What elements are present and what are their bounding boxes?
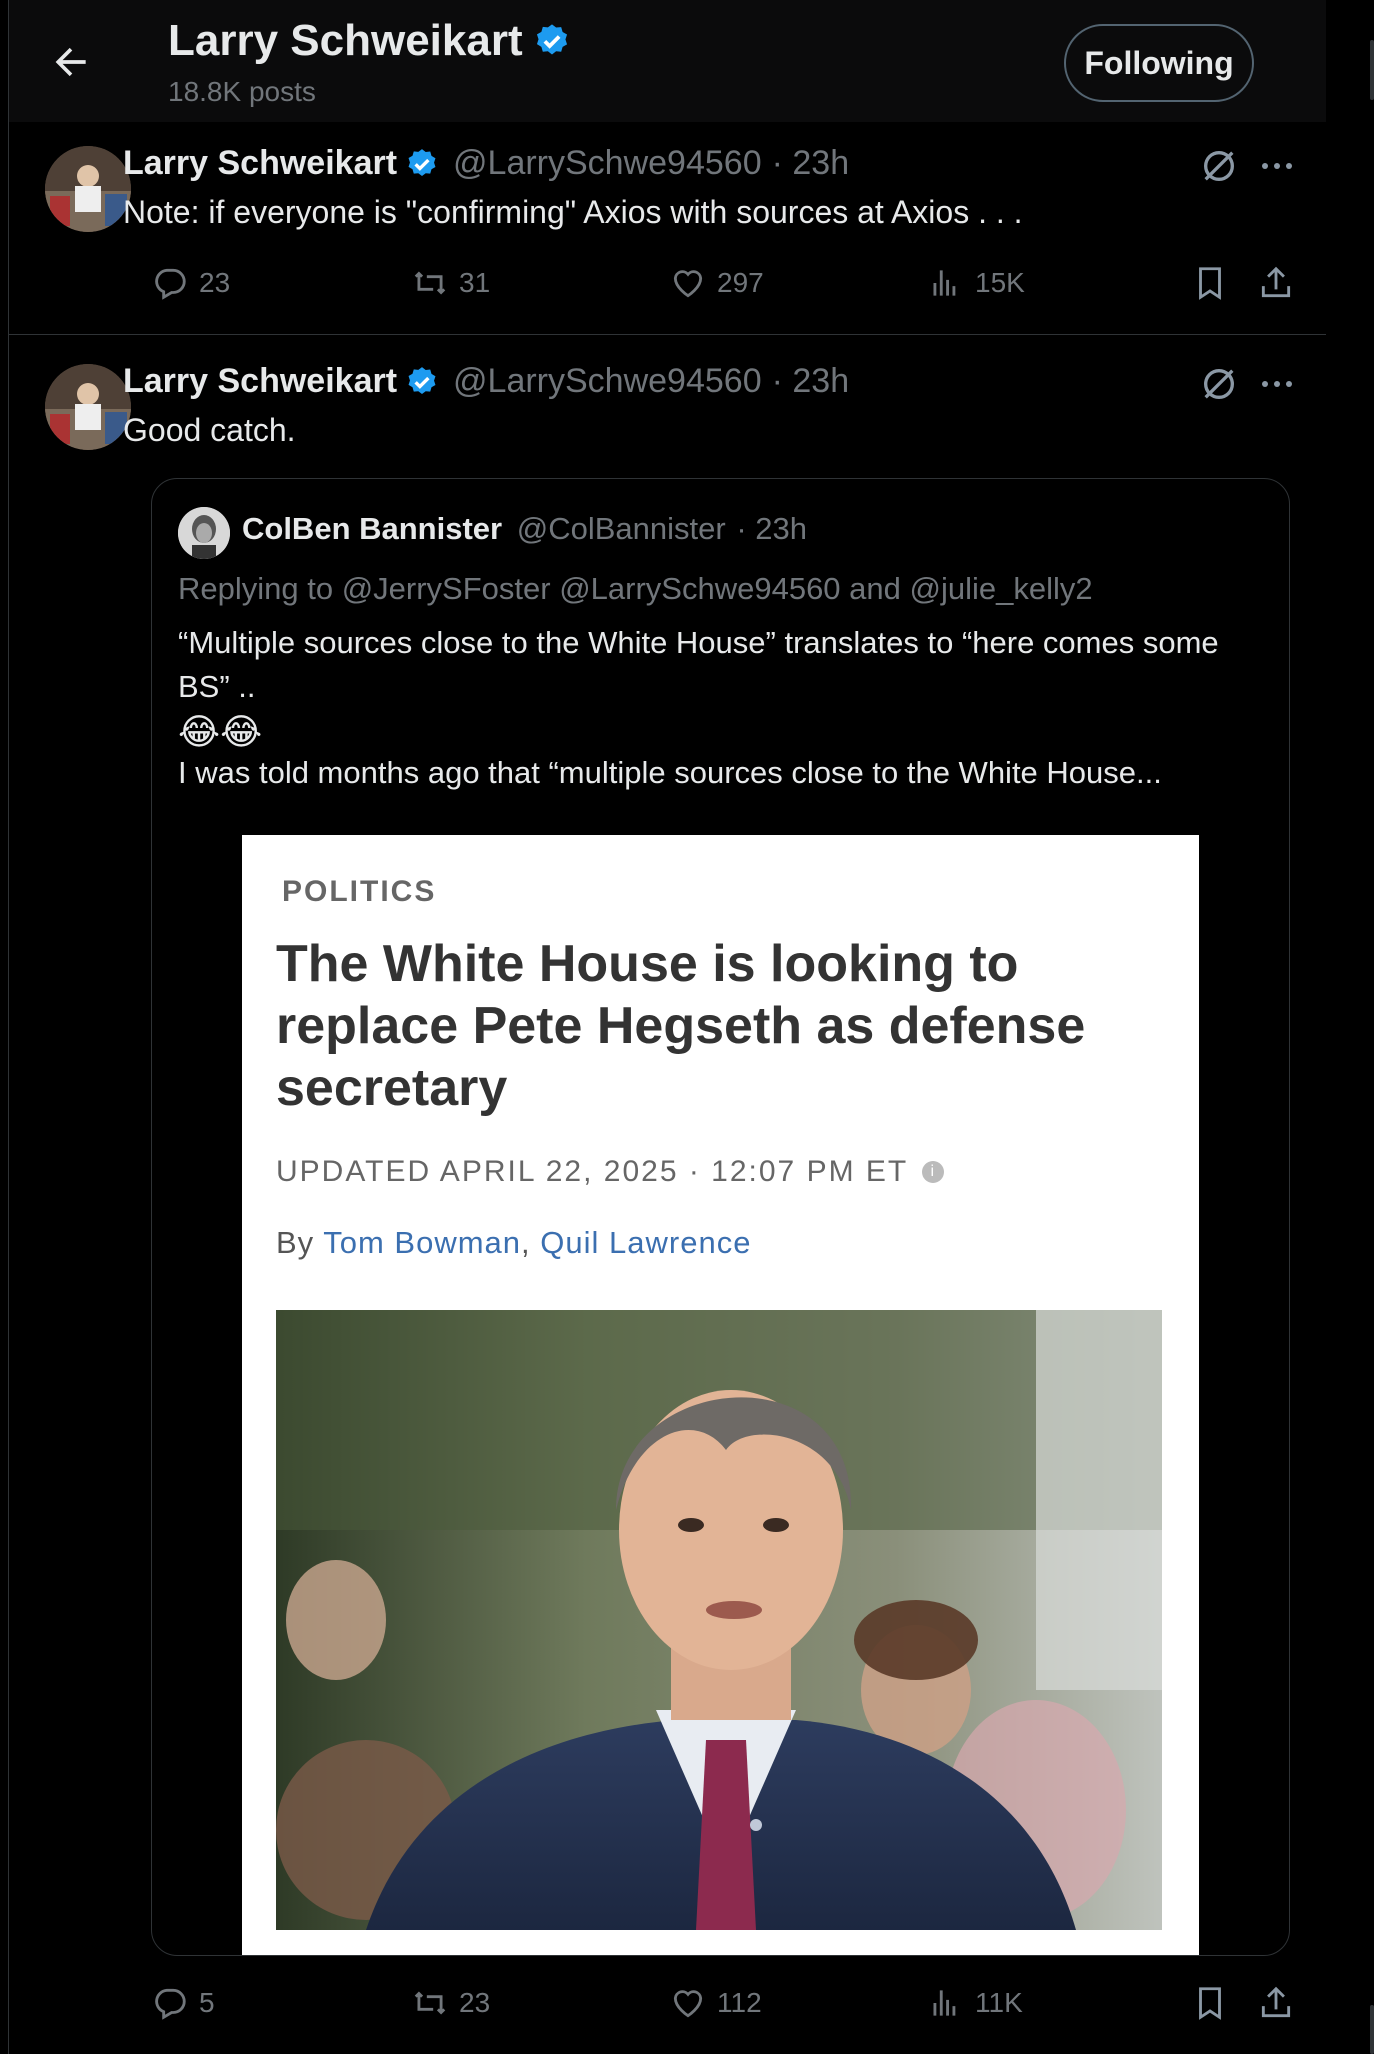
like-button[interactable]: 297 (669, 264, 764, 302)
repost-button[interactable]: 31 (411, 264, 490, 302)
quoted-handle: @ColBannister (516, 511, 726, 546)
post-text: Good catch. (123, 412, 296, 448)
article-photo (276, 1310, 1162, 1930)
like-icon (673, 270, 703, 298)
repost-button[interactable]: 23 (411, 1984, 490, 2022)
article-byline: By Tom Bowman, Quil Lawrence (276, 1225, 752, 1260)
post-time[interactable]: · 23h (772, 362, 850, 401)
bookmark-icon[interactable] (1191, 1984, 1229, 2027)
repost-icon (414, 1991, 446, 2015)
share-icon[interactable] (1257, 1984, 1295, 2027)
side-panel-edge (1326, 0, 1374, 2054)
replying-to: Replying to @JerrySFoster @LarrySchwe945… (178, 571, 1093, 606)
verified-badge-icon (408, 366, 436, 394)
avatar[interactable] (178, 507, 230, 559)
views-button[interactable]: 11K (927, 1984, 1023, 2022)
views-icon (933, 270, 956, 296)
like-button[interactable]: 112 (669, 1984, 762, 2022)
bookmark-icon[interactable] (1191, 264, 1229, 307)
profile-name: Larry Schweikart (168, 16, 571, 66)
quoted-time: · 23h (736, 511, 807, 546)
views-button[interactable]: 15K (927, 264, 1025, 302)
author-link[interactable]: Tom Bowman (323, 1225, 521, 1260)
quoted-text: “Multiple sources close to the White Hou… (178, 625, 1219, 704)
back-arrow-icon[interactable] (49, 40, 93, 84)
post-handle[interactable]: @LarrySchwe94560 (453, 362, 762, 401)
post-count: 18.8K posts (168, 76, 316, 107)
grok-icon[interactable] (1199, 146, 1239, 186)
reply-icon (155, 1988, 186, 2020)
post-author[interactable]: Larry Schweikart @LarrySchwe94560 · 23h (123, 144, 849, 183)
scroll-edge (1370, 2005, 1374, 2054)
article-title: The White House is looking to replace Pe… (276, 935, 1086, 1117)
post-author[interactable]: Larry Schweikart @LarrySchwe94560 · 23h (123, 362, 849, 401)
quoted-post[interactable]: ColBen Bannister @ColBannister · 23h Rep… (151, 478, 1290, 1956)
divider (9, 334, 1326, 335)
reply-button[interactable]: 23 (151, 264, 230, 302)
more-icon[interactable] (1257, 364, 1297, 404)
quoted-text-continued: I was told months ago that “multiple sou… (178, 755, 1162, 790)
share-icon[interactable] (1257, 264, 1295, 307)
emoji-text: 😂😂 (178, 711, 263, 752)
post-time[interactable]: · 23h (772, 144, 850, 183)
grok-icon[interactable] (1199, 364, 1239, 404)
scroll-edge (1370, 40, 1374, 100)
info-icon: i (922, 1161, 945, 1183)
repost-icon (414, 271, 446, 295)
like-icon (673, 1990, 703, 2018)
profile-header: Larry Schweikart 18.8K posts Following (9, 0, 1326, 122)
avatar[interactable] (45, 364, 131, 450)
avatar[interactable] (45, 146, 131, 232)
views-icon (933, 1990, 956, 2016)
post-text: Note: if everyone is "confirming" Axios … (123, 194, 1023, 230)
article-category: POLITICS (282, 875, 437, 908)
quoted-author[interactable]: ColBen Bannister @ColBannister · 23h (242, 511, 807, 547)
article-date: UPDATED APRIL 22, 2025 · 12:07 PM ET i (276, 1155, 945, 1189)
following-button[interactable]: Following (1064, 24, 1254, 102)
article-card[interactable]: POLITICS The White House is looking to r… (242, 835, 1199, 1955)
reply-button[interactable]: 5 (151, 1984, 215, 2022)
more-icon[interactable] (1257, 146, 1297, 186)
timeline-column: Larry Schweikart 18.8K posts Following L… (8, 0, 1327, 2054)
reply-icon (155, 268, 186, 300)
post-handle[interactable]: @LarrySchwe94560 (453, 144, 762, 183)
verified-badge-icon (536, 24, 567, 55)
author-link[interactable]: Quil Lawrence (540, 1225, 751, 1260)
verified-badge-icon (408, 148, 436, 176)
